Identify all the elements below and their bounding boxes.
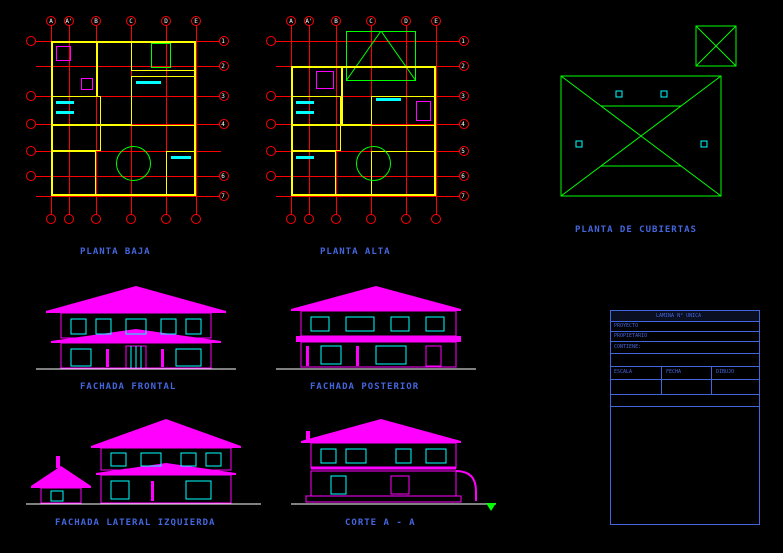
grid-col-e: E xyxy=(191,18,201,25)
front-elevation-icon xyxy=(36,281,236,376)
grid-row-6: 6 xyxy=(218,173,228,180)
fachada-lateral-drawing xyxy=(25,410,260,510)
corte-aa-label: CORTE A - A xyxy=(345,518,416,528)
tb-scale: ESCALA xyxy=(614,369,632,375)
grid-row-1: 1 xyxy=(218,38,228,45)
planta-cubiertas-drawing xyxy=(545,20,745,210)
planta-alta-drawing: A A' B C D E 1 2 3 4 5 6 7 xyxy=(260,15,470,230)
fachada-frontal-label: FACHADA FRONTAL xyxy=(80,382,176,392)
grid-col-a2: A' xyxy=(64,18,74,25)
grid-row-3: 3 xyxy=(218,93,228,100)
corte-aa-drawing xyxy=(290,410,505,510)
title-block: LAMINA N° UNICA PROYECTO PROPIETARIO CON… xyxy=(610,310,760,525)
fachada-lateral-label: FACHADA LATERAL IZQUIERDA xyxy=(55,518,215,528)
tb-header: LAMINA N° UNICA xyxy=(656,313,701,319)
grid-row-2: 2 xyxy=(218,63,228,70)
grid-row-4: 4 xyxy=(218,121,228,128)
planta-cubiertas-label: PLANTA DE CUBIERTAS xyxy=(575,225,697,235)
grid-col-b: B xyxy=(91,18,101,25)
grid-col-c: C xyxy=(126,18,136,25)
tb-content: CONTIENE: xyxy=(614,344,641,350)
side-elevation-icon xyxy=(26,411,261,511)
grid-col-a: A xyxy=(46,18,56,25)
fachada-posterior-label: FACHADA POSTERIOR xyxy=(310,382,419,392)
tb-project: PROYECTO xyxy=(614,323,638,329)
rear-elevation-icon xyxy=(276,281,476,376)
tb-owner: PROPIETARIO xyxy=(614,333,647,339)
planta-baja-drawing: A A' B C D E 1 2 3 4 6 7 xyxy=(20,15,230,230)
planta-alta-label: PLANTA ALTA xyxy=(320,247,391,257)
planta-baja-label: PLANTA BAJA xyxy=(80,247,151,257)
tb-drawn: DIBUJO xyxy=(716,369,734,375)
tb-date: FECHA xyxy=(666,369,681,375)
section-icon xyxy=(291,411,506,511)
grid-row-7: 7 xyxy=(218,193,228,200)
fachada-frontal-drawing xyxy=(35,280,235,375)
grid-col-d: D xyxy=(161,18,171,25)
fachada-posterior-drawing xyxy=(275,280,475,375)
roof-plan-icon xyxy=(546,21,746,211)
